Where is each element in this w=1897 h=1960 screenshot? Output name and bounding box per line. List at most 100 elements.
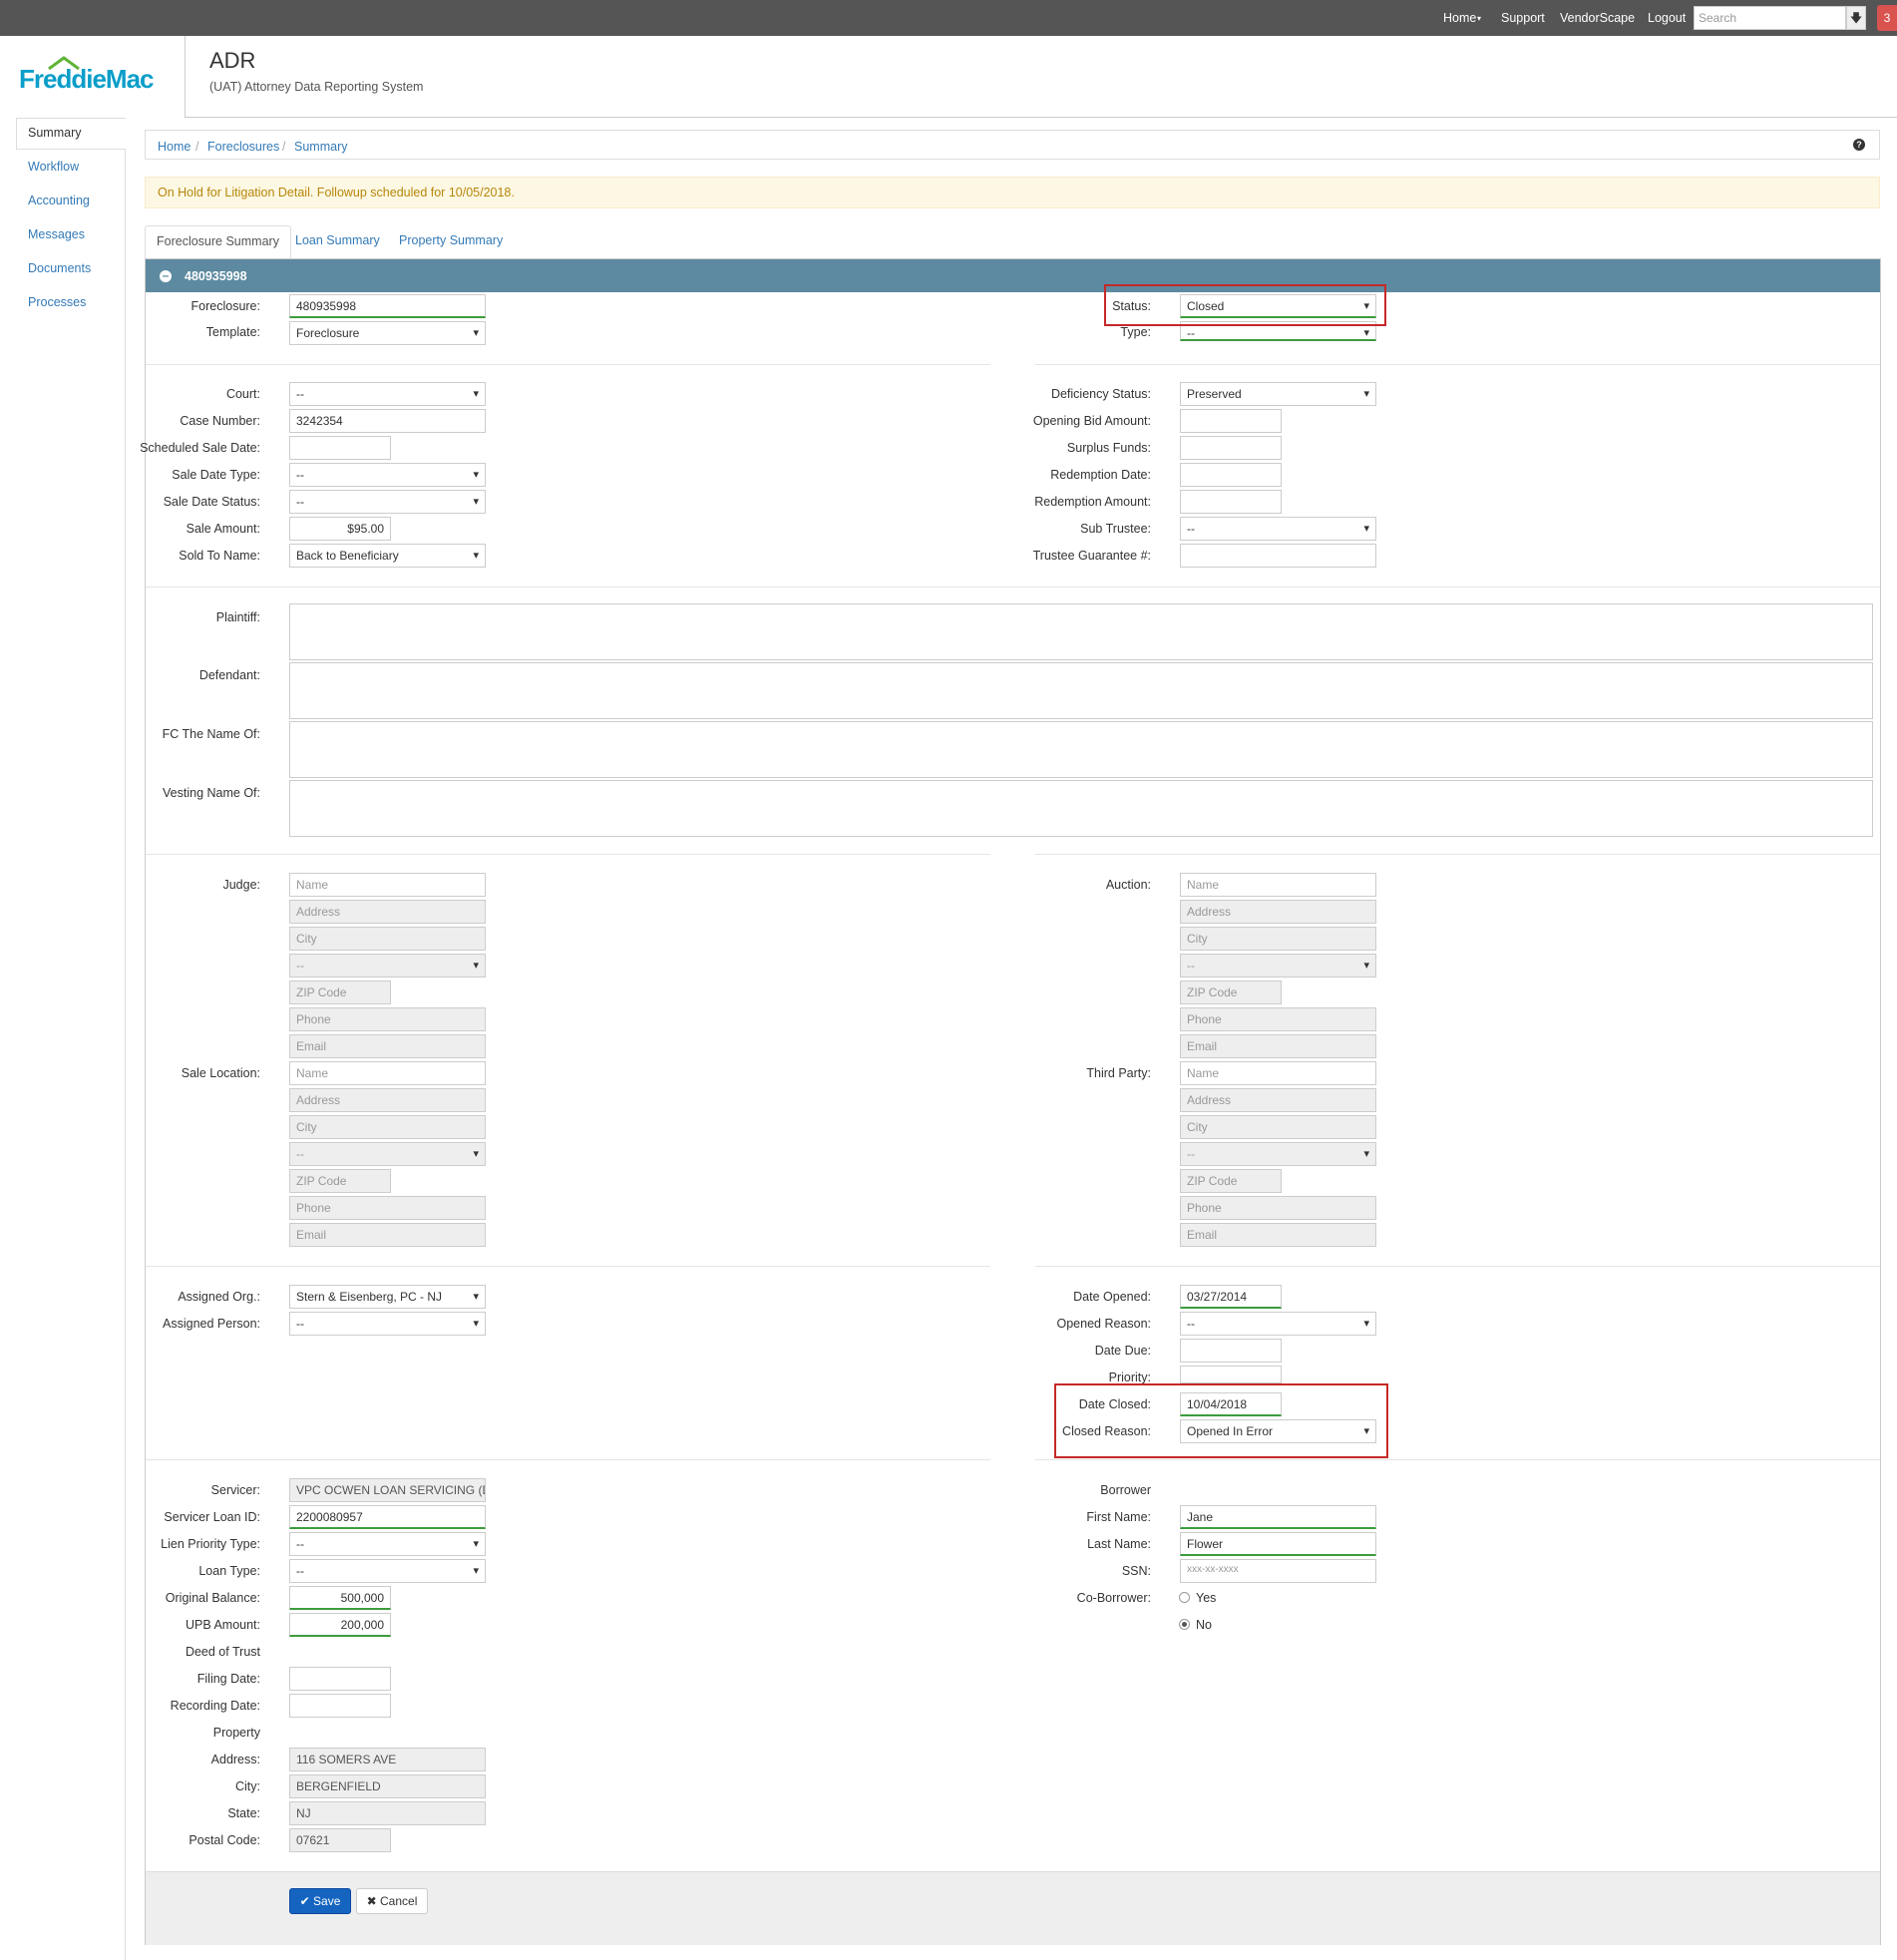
plaintiff-textarea[interactable] bbox=[289, 603, 1873, 660]
vesting-name-of-textarea[interactable] bbox=[289, 780, 1873, 837]
lien-priority-type-select[interactable]: -- bbox=[289, 1532, 486, 1556]
chevron-down-icon[interactable]: ▾ bbox=[1477, 14, 1481, 23]
date-opened-field[interactable]: 03/27/2014 bbox=[1180, 1285, 1282, 1309]
third-party-name-field[interactable]: Name bbox=[1180, 1061, 1376, 1085]
case-number-field[interactable]: 3242354 bbox=[289, 409, 486, 433]
help-icon[interactable]: ? bbox=[1853, 139, 1865, 151]
collapse-icon[interactable]: – bbox=[160, 269, 172, 282]
third-party-address-field[interactable]: Address bbox=[1180, 1088, 1376, 1112]
sale-location-name-field[interactable]: Name bbox=[289, 1061, 486, 1085]
priority-field[interactable] bbox=[1180, 1366, 1282, 1383]
auction-city-field[interactable]: City bbox=[1180, 927, 1376, 951]
breadcrumb-separator: / bbox=[195, 140, 199, 154]
sidebar-item-documents[interactable]: Documents bbox=[28, 261, 91, 275]
auction-state-select[interactable]: -- bbox=[1180, 954, 1376, 978]
sale-location-phone-field[interactable]: Phone bbox=[289, 1196, 486, 1220]
sidebar-item-processes[interactable]: Processes bbox=[28, 295, 86, 309]
search-input[interactable] bbox=[1694, 6, 1846, 30]
sale-date-status-select[interactable]: -- bbox=[289, 490, 486, 514]
nav-support[interactable]: Support bbox=[1501, 11, 1545, 25]
sale-location-city-field[interactable]: City bbox=[289, 1115, 486, 1139]
sub-trustee-select[interactable]: -- bbox=[1180, 517, 1376, 541]
judge-address-field[interactable]: Address bbox=[289, 900, 486, 924]
sale-amount-field[interactable]: $95.00 bbox=[289, 517, 391, 541]
nav-home[interactable]: Home bbox=[1443, 11, 1476, 25]
postal-code-field[interactable]: 07621 bbox=[289, 1828, 391, 1852]
recording-date-field[interactable] bbox=[289, 1694, 391, 1718]
tab-property-summary[interactable]: Property Summary bbox=[388, 225, 514, 258]
sale-location-zip-field[interactable]: ZIP Code bbox=[289, 1169, 391, 1193]
template-select[interactable]: Foreclosure bbox=[289, 321, 486, 345]
opened-reason-select[interactable]: -- bbox=[1180, 1312, 1376, 1336]
sale-location-address-field[interactable]: Address bbox=[289, 1088, 486, 1112]
sidebar-item-workflow[interactable]: Workflow bbox=[28, 160, 79, 174]
trustee-guarantee-field[interactable] bbox=[1180, 544, 1376, 568]
loan-type-select[interactable]: -- bbox=[289, 1559, 486, 1583]
borrower-heading: Borrower bbox=[1100, 1483, 1151, 1497]
sold-to-name-select[interactable]: Back to Beneficiary bbox=[289, 544, 486, 568]
tab-foreclosure-summary[interactable]: Foreclosure Summary bbox=[145, 225, 291, 258]
third-party-state-select[interactable]: -- bbox=[1180, 1142, 1376, 1166]
app-title: ADR bbox=[209, 48, 256, 73]
breadcrumb-foreclosures[interactable]: Foreclosures bbox=[207, 140, 279, 154]
address-field[interactable]: 116 SOMERS AVE bbox=[289, 1748, 486, 1771]
auction-phone-field[interactable]: Phone bbox=[1180, 1007, 1376, 1031]
first-name-field[interactable]: Jane bbox=[1180, 1505, 1376, 1529]
auction-zip-field[interactable]: ZIP Code bbox=[1180, 980, 1282, 1004]
sale-location-email-field[interactable]: Email bbox=[289, 1223, 486, 1247]
third-party-zip-field[interactable]: ZIP Code bbox=[1180, 1169, 1282, 1193]
date-due-field[interactable] bbox=[1180, 1339, 1282, 1363]
ssn-field[interactable]: xxx-xx-xxxx bbox=[1180, 1559, 1376, 1583]
surplus-funds-field[interactable] bbox=[1180, 436, 1282, 460]
auction-address-field[interactable]: Address bbox=[1180, 900, 1376, 924]
sale-location-state-select[interactable]: -- bbox=[289, 1142, 486, 1166]
sale-date-type-select[interactable]: -- bbox=[289, 463, 486, 487]
co-borrower-no-radio[interactable] bbox=[1179, 1619, 1190, 1630]
original-balance-field[interactable]: 500,000 bbox=[289, 1586, 391, 1610]
cancel-button[interactable]: ✖ Cancel bbox=[356, 1888, 428, 1914]
download-icon[interactable]: 🡇 bbox=[1846, 6, 1866, 30]
upb-amount-field[interactable]: 200,000 bbox=[289, 1613, 391, 1637]
filing-date-field[interactable] bbox=[289, 1667, 391, 1691]
save-button[interactable]: ✔ Save bbox=[289, 1888, 351, 1914]
redemption-date-field[interactable] bbox=[1180, 463, 1282, 487]
sidebar-item-summary[interactable]: Summary bbox=[28, 126, 81, 140]
tab-loan-summary[interactable]: Loan Summary bbox=[284, 225, 391, 258]
third-party-phone-field[interactable]: Phone bbox=[1180, 1196, 1376, 1220]
nav-logout[interactable]: Logout bbox=[1648, 11, 1686, 25]
assigned-person-select[interactable]: -- bbox=[289, 1312, 486, 1336]
redemption-amount-field[interactable] bbox=[1180, 490, 1282, 514]
state-field[interactable]: NJ bbox=[289, 1801, 486, 1825]
breadcrumb-summary[interactable]: Summary bbox=[294, 140, 347, 154]
servicer-field[interactable]: VPC OCWEN LOAN SERVICING (D bbox=[289, 1478, 486, 1502]
deficiency-status-select[interactable]: Preserved bbox=[1180, 382, 1376, 406]
judge-phone-field[interactable]: Phone bbox=[289, 1007, 486, 1031]
judge-name-field[interactable]: Name bbox=[289, 873, 486, 897]
auction-name-field[interactable]: Name bbox=[1180, 873, 1376, 897]
defendant-textarea[interactable] bbox=[289, 662, 1873, 719]
judge-city-field[interactable]: City bbox=[289, 927, 486, 951]
foreclosure-field[interactable]: 480935998 bbox=[289, 294, 486, 318]
city-field[interactable]: BERGENFIELD bbox=[289, 1774, 486, 1798]
judge-zip-field[interactable]: ZIP Code bbox=[289, 980, 391, 1004]
nav-vendorscape[interactable]: VendorScape bbox=[1560, 11, 1635, 25]
sidebar-item-accounting[interactable]: Accounting bbox=[28, 194, 90, 207]
court-select[interactable]: -- bbox=[289, 382, 486, 406]
opening-bid-field[interactable] bbox=[1180, 409, 1282, 433]
co-borrower-yes-radio[interactable] bbox=[1179, 1592, 1190, 1603]
notification-badge[interactable]: 3 bbox=[1877, 5, 1897, 31]
sidebar-item-messages[interactable]: Messages bbox=[28, 227, 85, 241]
third-party-city-field[interactable]: City bbox=[1180, 1115, 1376, 1139]
address-label: Address: bbox=[210, 1753, 260, 1766]
auction-email-field[interactable]: Email bbox=[1180, 1034, 1376, 1058]
scheduled-sale-date-field[interactable] bbox=[289, 436, 391, 460]
assigned-org-select[interactable]: Stern & Eisenberg, PC - NJ bbox=[289, 1285, 486, 1309]
breadcrumb-home[interactable]: Home bbox=[158, 140, 190, 154]
judge-state-select[interactable]: -- bbox=[289, 954, 486, 978]
judge-email-field[interactable]: Email bbox=[289, 1034, 486, 1058]
servicer-loan-id-field[interactable]: 2200080957 bbox=[289, 1505, 486, 1529]
fc-name-of-textarea[interactable] bbox=[289, 721, 1873, 778]
sub-trustee-label: Sub Trustee: bbox=[1080, 522, 1151, 536]
last-name-field[interactable]: Flower bbox=[1180, 1532, 1376, 1556]
third-party-email-field[interactable]: Email bbox=[1180, 1223, 1376, 1247]
